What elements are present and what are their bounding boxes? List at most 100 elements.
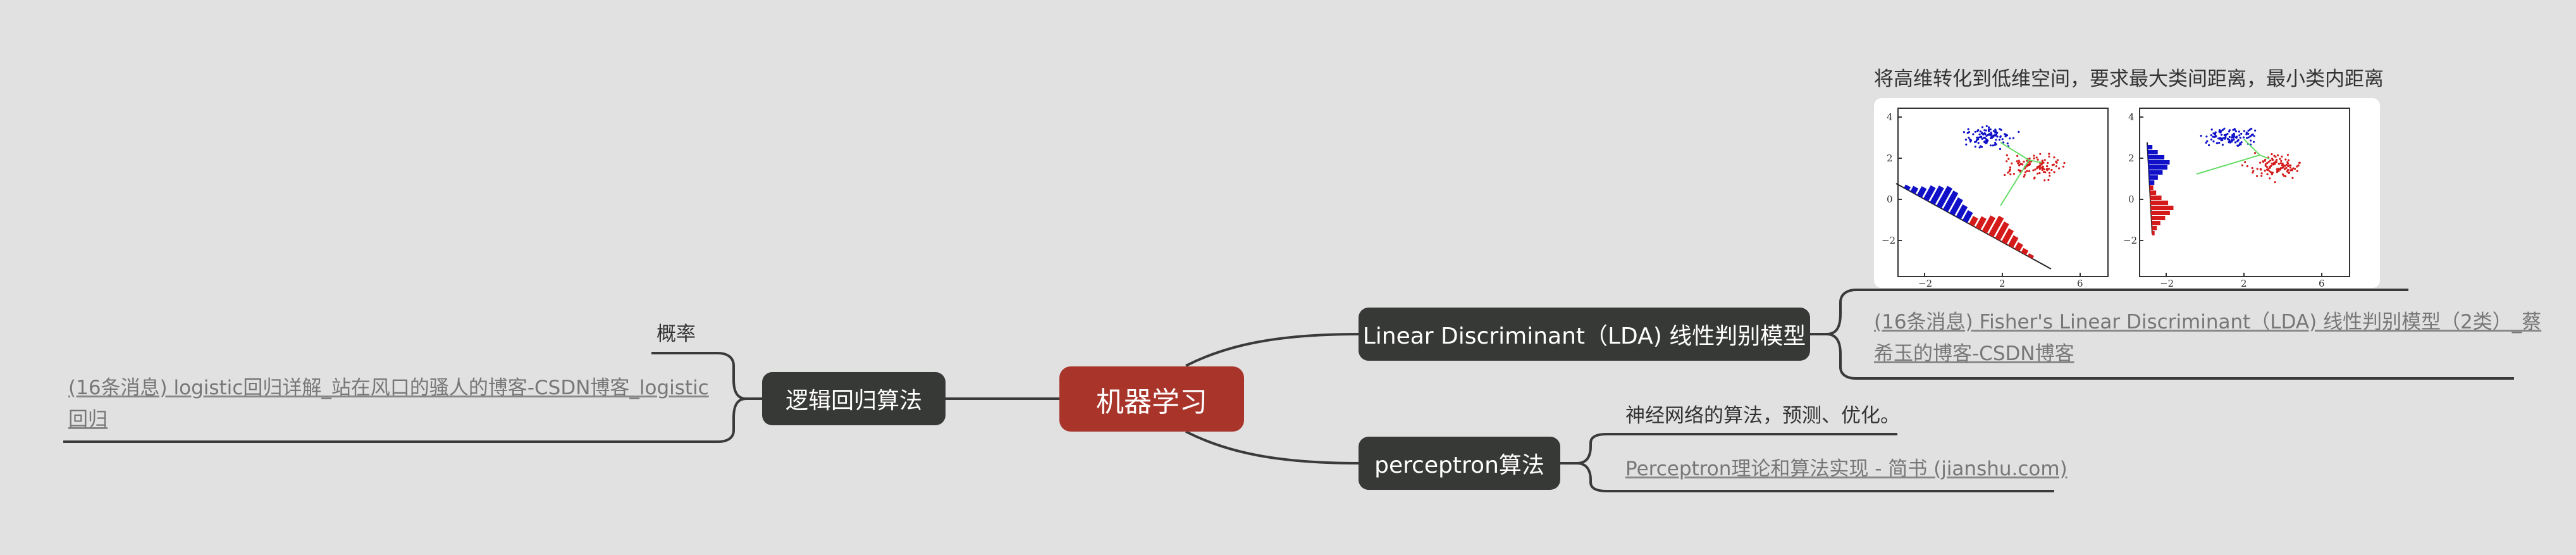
projection-histogram-bar — [2151, 221, 2160, 225]
scatter-point-class-b — [2047, 178, 2050, 181]
topic-lda-label: Linear Discriminant（LDA) 线性判别模型 — [1362, 323, 1806, 349]
p2-ytick-1: 4 — [2128, 111, 2135, 123]
scatter-point-class-b — [2298, 161, 2301, 164]
scatter-point-class-b — [2041, 168, 2043, 171]
scatter-point-class-a — [2226, 132, 2229, 135]
scatter-point-class-b — [2260, 175, 2263, 177]
connector-left-link — [63, 397, 747, 443]
scatter-point-class-a — [2206, 140, 2209, 142]
projection-histogram-bar — [2148, 175, 2158, 180]
scatter-point-class-a — [2006, 134, 2009, 137]
scatter-point-class-b — [2012, 173, 2015, 175]
scatter-point-class-a — [2245, 131, 2248, 134]
lda-figure: 4 2 0 −2 −2 2 6 4 2 0 −2 −2 2 6 — [1874, 98, 2380, 289]
scatter-point-class-b — [2288, 159, 2290, 161]
scatter-point-class-a — [2214, 132, 2216, 135]
scatter-point-class-a — [2243, 130, 2246, 132]
scatter-point-class-b — [2007, 171, 2009, 174]
scatter-point-class-a — [2229, 140, 2231, 144]
scatter-point-class-a — [2237, 139, 2240, 142]
scatter-point-class-a — [1979, 130, 1981, 133]
scatter-point-class-b — [2050, 169, 2053, 171]
scatter-point-class-b — [2262, 160, 2264, 163]
scatter-point-class-b — [2055, 165, 2057, 168]
scatter-point-class-a — [1990, 131, 1992, 134]
scatter-point-class-b — [2053, 156, 2055, 159]
topic-logistic-regression[interactable]: 逻辑回归算法 — [762, 372, 946, 425]
scatter-point-class-a — [1974, 146, 1976, 148]
lda-link-line-2[interactable]: 希玉的博客-CSDN博客 — [1874, 338, 2074, 370]
scatter-point-class-b — [2283, 168, 2286, 170]
topic-perceptron-label: perceptron算法 — [1374, 452, 1544, 478]
scatter-point-class-a — [2009, 137, 2011, 140]
scatter-point-class-b — [2006, 160, 2008, 163]
scatter-point-class-a — [1980, 146, 1983, 148]
projection-histogram-bar — [2148, 155, 2165, 159]
scatter-point-class-b — [2023, 175, 2025, 178]
scatter-point-class-b — [2034, 168, 2037, 171]
scatter-point-class-b — [2055, 161, 2058, 164]
scatter-point-class-b — [2281, 164, 2283, 166]
scatter-point-class-b — [2266, 173, 2269, 175]
scatter-point-class-b — [2269, 177, 2271, 180]
scatter-point-class-a — [1986, 140, 1988, 142]
scatter-point-class-b — [2011, 162, 2013, 165]
scatter-point-class-b — [2038, 171, 2041, 175]
perceptron-link[interactable]: Perceptron理论和算法实现 - 简书 (jianshu.com) — [1625, 453, 2068, 485]
scatter-point-class-b — [2277, 163, 2280, 165]
scatter-point-class-a — [1976, 130, 1979, 132]
scatter-point-class-b — [2259, 161, 2262, 164]
scatter-point-class-b — [2042, 165, 2044, 168]
scatter-point-class-b — [2037, 172, 2039, 175]
scatter-point-class-b — [2043, 159, 2046, 161]
projection-histogram-bar — [2148, 170, 2163, 175]
lda-link-line-1[interactable]: (16条消息) Fisher's Linear Discriminant（LDA… — [1874, 306, 2541, 338]
scatter-point-class-b — [2016, 160, 2018, 163]
scatter-point-class-b — [2038, 166, 2041, 169]
logistic-link-line-2[interactable]: 回归 — [68, 404, 108, 435]
scatter-point-class-b — [2063, 161, 2066, 165]
scatter-point-class-a — [1987, 130, 1990, 132]
scatter-point-class-b — [2021, 163, 2023, 165]
scatter-point-class-b — [2033, 157, 2035, 159]
scatter-point-class-a — [1985, 141, 1988, 144]
scatter-point-class-a — [2245, 133, 2248, 135]
scatter-point-class-a — [2210, 134, 2212, 137]
p1-ytick-3: 0 — [1887, 194, 1893, 205]
scatter-point-class-b — [2032, 169, 2035, 171]
projection-histogram-bar — [2147, 150, 2158, 154]
scatter-point-class-a — [1999, 128, 2001, 130]
scatter-point-class-b — [2277, 154, 2279, 157]
scatter-point-class-b — [2276, 168, 2278, 171]
scatter-point-class-b — [2047, 161, 2049, 164]
scatter-point-class-a — [2223, 134, 2226, 137]
topic-perceptron[interactable]: perceptron算法 — [1359, 437, 1560, 490]
p1-ytick-1: 4 — [1887, 111, 1893, 123]
scatter-point-class-b — [2048, 155, 2050, 158]
projection-histogram-bar — [2148, 165, 2167, 170]
projection-histogram-bar — [1910, 185, 1919, 194]
scatter-point-class-a — [2216, 142, 2219, 144]
scatter-point-class-a — [2220, 134, 2223, 136]
scatter-point-class-a — [2219, 129, 2221, 132]
p2-xtick-1: −2 — [2160, 278, 2174, 288]
scatter-point-class-a — [2240, 143, 2242, 146]
topic-lda[interactable]: Linear Discriminant（LDA) 线性判别模型 — [1359, 308, 1810, 361]
scatter-point-class-a — [2221, 144, 2224, 146]
scatter-point-class-a — [2215, 135, 2217, 137]
projection-histogram-bar — [2152, 226, 2157, 230]
scatter-point-class-b — [2280, 166, 2283, 169]
root-node[interactable]: 机器学习 — [1059, 366, 1244, 432]
logistic-link-line-1[interactable]: (16条消息) logistic回归详解_站在风口的骚人的博客-CSDN博客_l… — [68, 372, 709, 404]
scatter-point-class-b — [2017, 162, 2019, 165]
scatter-point-class-b — [2008, 170, 2011, 173]
scatter-point-class-a — [2250, 127, 2253, 130]
scatter-point-class-b — [2251, 166, 2253, 170]
projection-histogram-bar — [2150, 201, 2169, 205]
scatter-point-class-b — [2279, 158, 2281, 160]
scatter-point-class-a — [1974, 130, 1976, 133]
scatter-point-class-a — [1975, 140, 1978, 143]
scatter-point-class-a — [2253, 135, 2255, 137]
scatter-point-class-b — [2284, 158, 2287, 161]
scatter-point-class-b — [2269, 159, 2272, 162]
